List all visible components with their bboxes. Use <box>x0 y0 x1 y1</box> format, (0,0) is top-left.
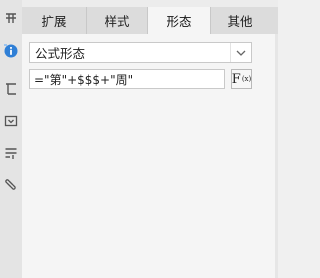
sidebar-button-grid[interactable] <box>0 6 22 28</box>
formula-editor-button[interactable]: F (x) <box>231 69 252 89</box>
sidebar-button-cell[interactable] <box>0 78 22 100</box>
side-toolbar <box>0 0 23 278</box>
dropdown-icon <box>4 114 18 128</box>
fx-icon: F <box>231 71 241 87</box>
sidebar-button-dropdown[interactable] <box>0 110 22 132</box>
fx-icon-sub: (x) <box>241 74 252 83</box>
chevron-down-icon[interactable] <box>230 43 251 62</box>
property-tabs: 扩展 样式 形态 其他 <box>22 7 278 35</box>
grid-icon <box>4 10 18 24</box>
tab-form[interactable]: 形态 <box>148 7 211 34</box>
info-icon <box>3 43 19 59</box>
link-icon <box>4 178 18 192</box>
list-icon <box>4 146 18 160</box>
panel-right-edge <box>275 34 278 278</box>
sidebar-button-link[interactable] <box>0 174 22 196</box>
form-panel: 公式形态 F(x) <box>22 34 278 278</box>
tab-expand[interactable]: 扩展 <box>22 7 87 34</box>
form-type-select[interactable]: 公式形态 <box>29 42 252 63</box>
cell-icon <box>4 82 18 96</box>
tab-other[interactable]: 其他 <box>211 7 269 34</box>
tab-style[interactable]: 样式 <box>87 7 148 34</box>
sidebar-button-info[interactable] <box>0 40 22 62</box>
form-type-value: 公式形态 <box>35 46 86 61</box>
panel-title-strip <box>22 0 278 7</box>
attributes-panel-window: 扩展 样式 形态 其他 公式形态 F(x) <box>0 0 278 278</box>
sidebar-button-list[interactable] <box>0 142 22 164</box>
formula-input[interactable] <box>29 69 225 89</box>
